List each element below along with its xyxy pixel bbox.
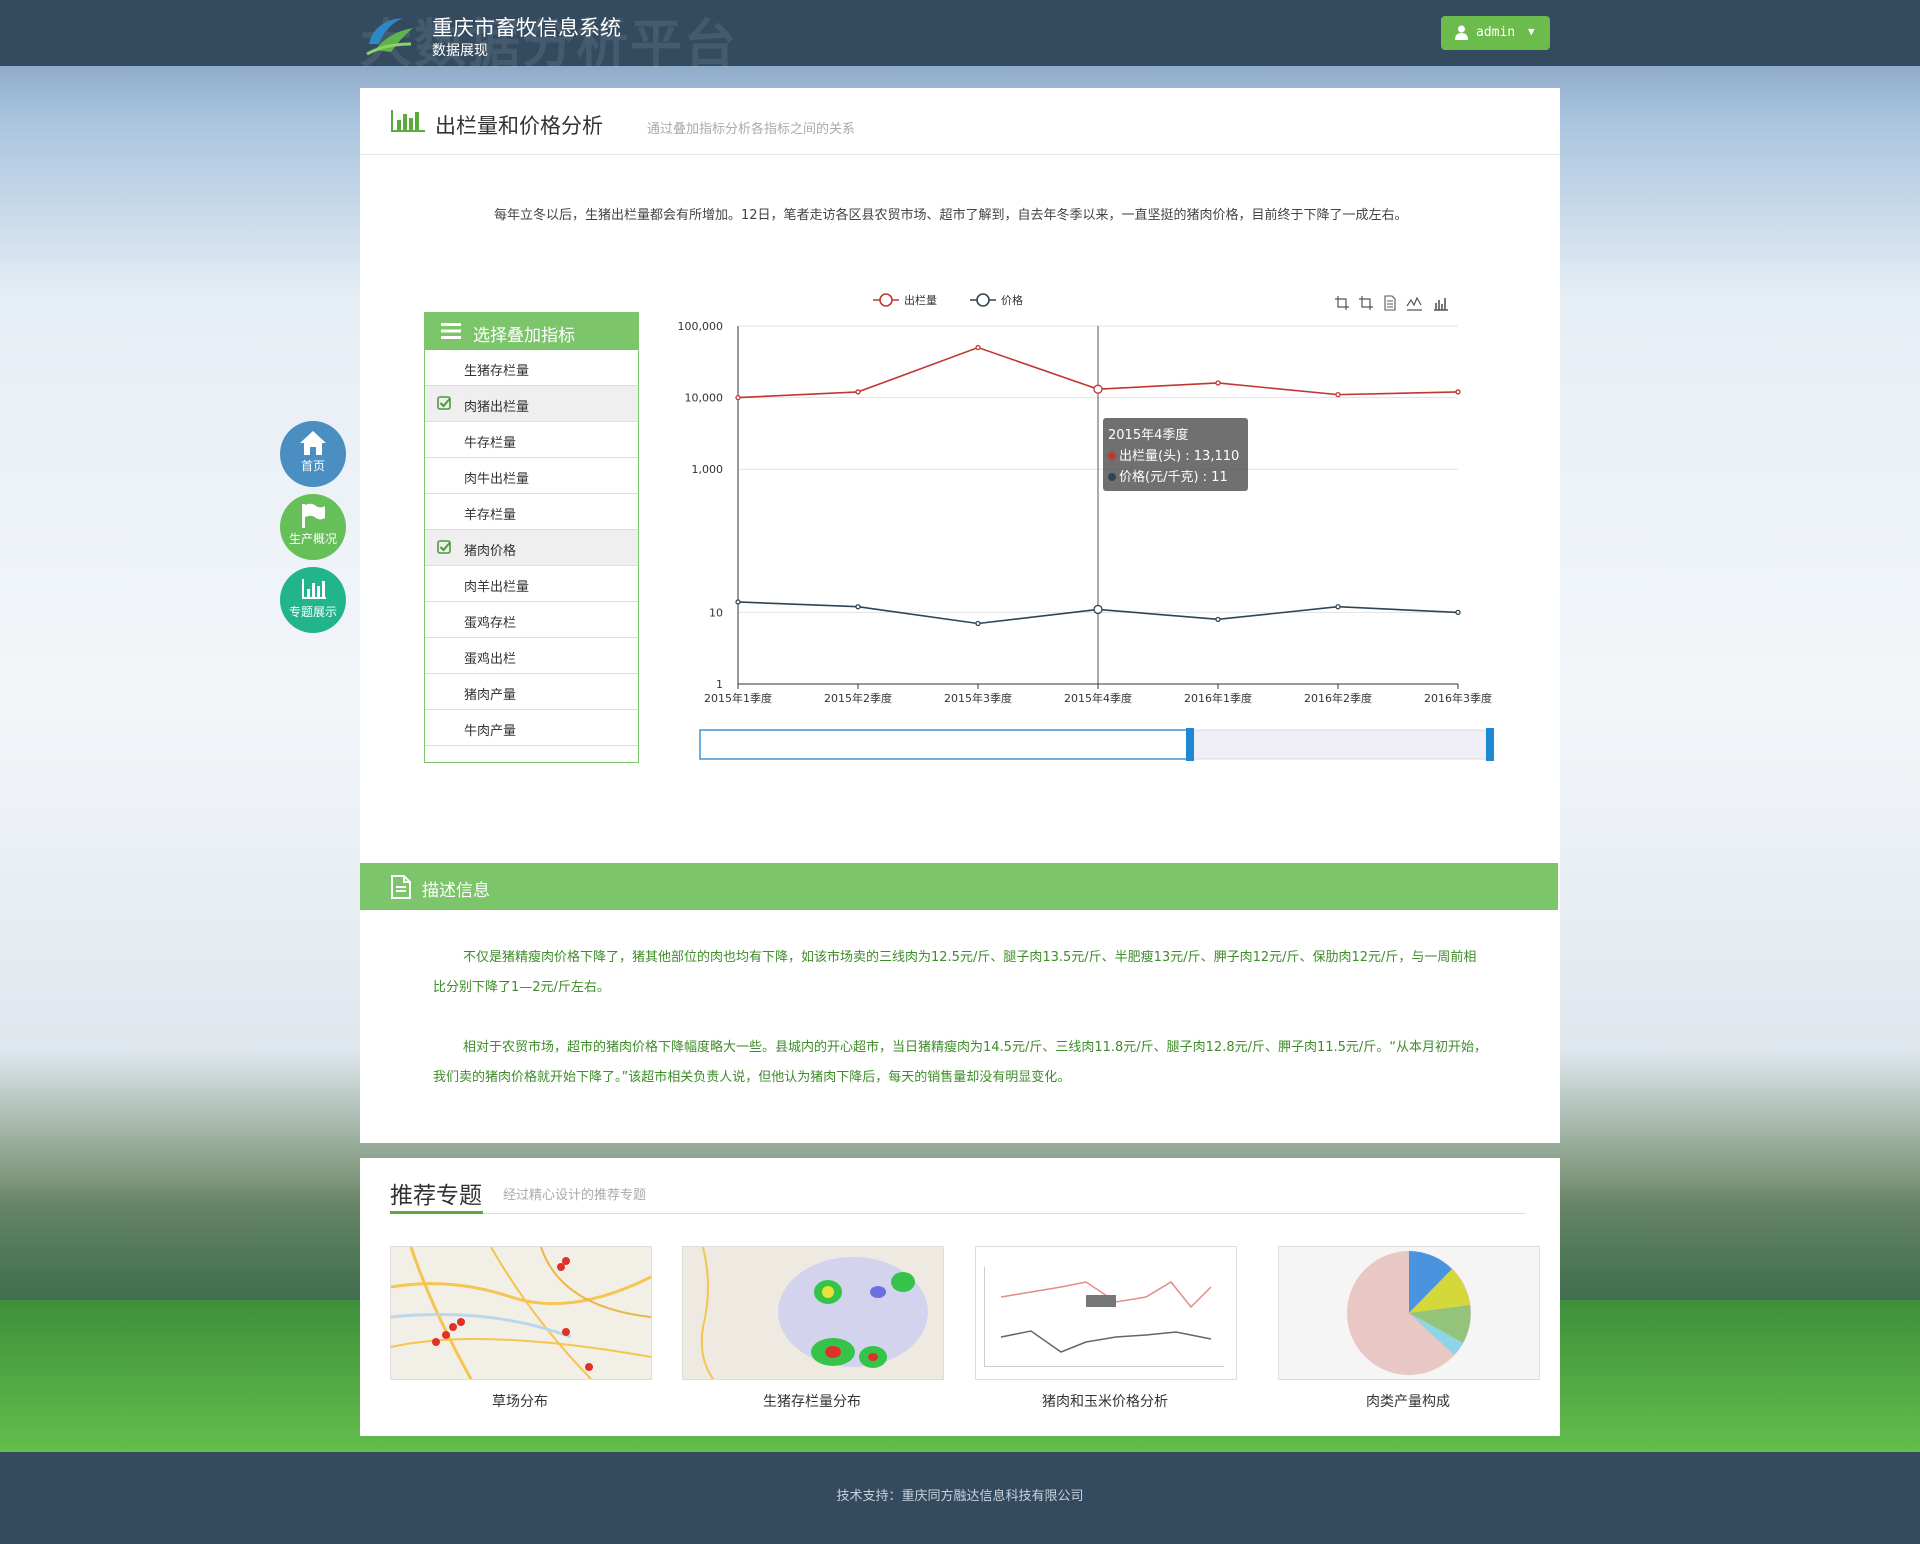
data-point [1455, 609, 1461, 616]
topic-card-label[interactable]: 生猪存栏量分布 [682, 1391, 942, 1411]
chevron-down-icon: ▼ [1528, 25, 1535, 38]
nav-topics-button[interactable]: 专题展示 [280, 567, 346, 633]
topic-card-label[interactable]: 肉类产量构成 [1278, 1391, 1538, 1411]
topic-card-pig-stock[interactable] [682, 1246, 944, 1380]
data-point [855, 389, 861, 395]
nav-topics-label: 专题展示 [288, 605, 337, 619]
nav-production-button[interactable]: 生产概况 [280, 494, 346, 560]
title-underline [390, 1211, 483, 1214]
tooltip-row-volume: 出栏量(头) : 13,110 [1108, 445, 1239, 464]
data-point [1093, 604, 1103, 615]
data-point [1335, 604, 1341, 610]
home-icon [300, 431, 326, 455]
y-tick-label: 100,000 [678, 320, 724, 333]
data-point [975, 620, 981, 627]
description-header: 描述信息 [360, 863, 1558, 910]
data-point [975, 344, 981, 351]
data-point [735, 599, 741, 605]
data-point [1455, 389, 1461, 395]
footer: 技术支持：重庆同方融达信息科技有限公司 [0, 1452, 1920, 1544]
analysis-panel: 出栏量和价格分析 通过叠加指标分析各指标之间的关系 每年立冬以后，生猪出栏量都会… [360, 88, 1560, 863]
description-paragraph-2: 相对于农贸市场，超市的猪肉价格下降幅度略大一些。县城内的开心超市，当日猪精瘦肉为… [433, 1040, 1488, 1085]
x-tick-label: 2015年2季度 [824, 691, 892, 705]
datazoom-handle-right [1486, 728, 1494, 761]
legend-marker [976, 293, 990, 307]
nav-production-label: 生产概况 [288, 532, 337, 546]
y-tick-label: 10 [709, 606, 723, 619]
logo-icon [366, 18, 413, 56]
chart-tooltip: 2015年4季度 出栏量(头) : 13,110 价格(元/千克) : 11 [1103, 418, 1248, 491]
data-point [1093, 384, 1103, 394]
x-tick-label: 2016年3季度 [1424, 691, 1492, 705]
tooltip-title: 2015年4季度 [1108, 428, 1189, 443]
x-tick-label: 2015年4季度 [1064, 691, 1132, 705]
x-tick-label: 2016年1季度 [1184, 691, 1252, 705]
legend-marker [879, 293, 893, 307]
legend-label: 出栏量 [904, 293, 937, 307]
divider [390, 1213, 1525, 1214]
zoom-icon [1335, 296, 1349, 310]
line-chart-thumbnail [976, 1247, 1236, 1379]
datazoom-handle-left [1186, 728, 1194, 761]
topic-card-meat-output[interactable] [1278, 1246, 1540, 1380]
flag-icon [302, 503, 325, 528]
document-icon [391, 875, 411, 899]
zoom-reset-icon [1359, 296, 1373, 310]
topic-card-pork-corn[interactable] [975, 1246, 1237, 1380]
map-thumbnail [391, 1247, 651, 1379]
data-point [855, 604, 861, 610]
data-view-icon [1384, 295, 1396, 311]
data-point [1215, 616, 1221, 622]
tooltip-row-price-text: 价格(元/千克) : 11 [1119, 470, 1228, 485]
recommend-title: 推荐专题 [390, 1183, 482, 1209]
user-menu-button[interactable]: admin ▼ [1441, 16, 1550, 50]
line-chart-icon [1406, 296, 1422, 311]
data-point [1335, 391, 1341, 398]
data-point [735, 394, 741, 401]
user-name: admin [1476, 25, 1516, 40]
tooltip-row-volume-text: 出栏量(头) : 13,110 [1119, 449, 1240, 464]
pie-chart-thumbnail [1347, 1251, 1471, 1375]
topic-card-grassland[interactable] [390, 1246, 652, 1380]
y-tick-label: 1 [716, 678, 723, 691]
app-subtitle: 数据展现 [432, 43, 488, 59]
nav-home-button[interactable]: 首页 [280, 421, 346, 487]
series-color-dot [1108, 452, 1116, 460]
nav-home-label: 首页 [300, 459, 325, 473]
recommend-panel: 推荐专题 经过精心设计的推荐专题 草场分布 生猪存栏量分布 猪肉和玉米价格分析 … [360, 1158, 1560, 1436]
heatmap-thumbnail [683, 1247, 943, 1379]
top-bar: 大数据分析平台 重庆市畜牧信息系统 数据展现 admin ▼ [0, 0, 1920, 75]
datazoom-window [699, 729, 1189, 760]
y-tick-label: 1,000 [692, 463, 724, 476]
bar-chart-icon [302, 579, 326, 599]
description-paragraph-1: 不仅是猪精瘦肉价格下降了，猪其他部位的肉也均有下降，如该市场卖的三线肉为12.5… [433, 950, 1477, 995]
y-tick-label: 10,000 [685, 392, 724, 405]
series-color-dot [1108, 473, 1116, 481]
app-title: 重庆市畜牧信息系统 [432, 16, 621, 40]
recommend-subtitle: 经过精心设计的推荐专题 [503, 1188, 647, 1203]
footer-text: 技术支持：重庆同方融达信息科技有限公司 [836, 1489, 1084, 1504]
user-icon [1455, 25, 1468, 40]
description-title: 描述信息 [422, 881, 490, 901]
line-chart: 1 10 1,000 10,000 100,000 2015年1季度 2015年2季度 201… [678, 293, 1494, 761]
topic-card-label[interactable]: 猪肉和玉米价格分析 [975, 1391, 1235, 1411]
data-point [1215, 380, 1221, 386]
legend-label: 价格 [1001, 293, 1023, 307]
description-panel: 描述信息 不仅是猪精瘦肉价格下降了，猪其他部位的肉也均有下降，如该市场卖的三线肉… [360, 863, 1560, 1143]
x-tick-label: 2015年1季度 [704, 691, 772, 705]
x-tick-label: 2016年2季度 [1304, 691, 1372, 705]
tooltip-row-price: 价格(元/千克) : 11 [1108, 466, 1228, 485]
bar-chart-icon [1434, 298, 1448, 311]
topic-card-label[interactable]: 草场分布 [390, 1391, 650, 1411]
x-tick-label: 2015年3季度 [944, 691, 1012, 705]
